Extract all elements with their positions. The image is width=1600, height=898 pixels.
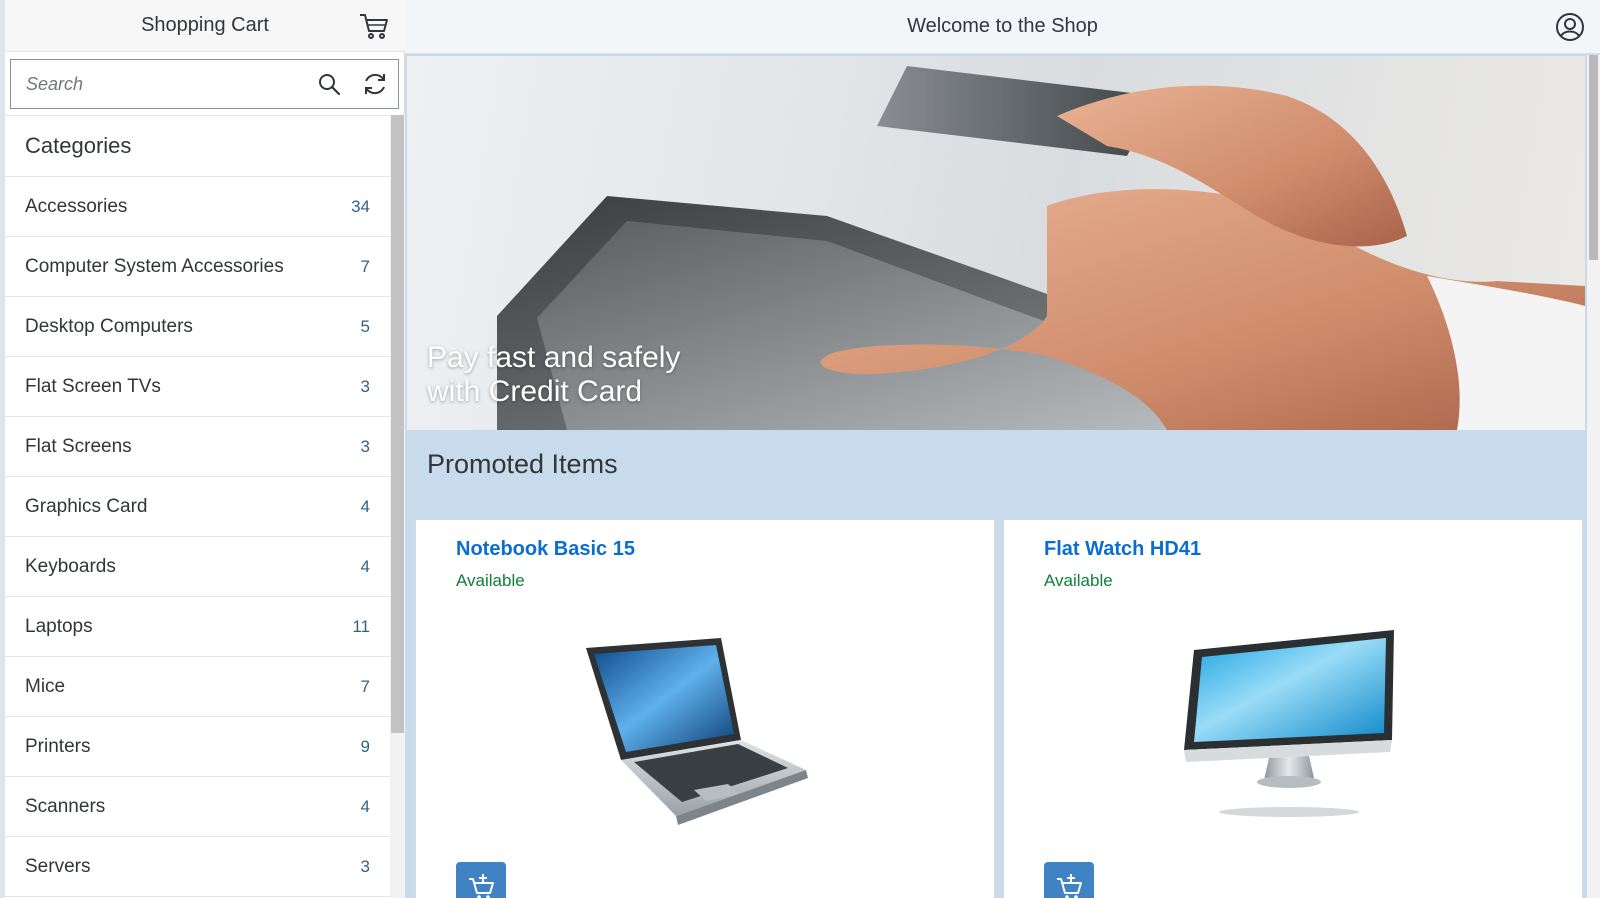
category-item-computer-system-accessories[interactable]: Computer System Accessories 7	[5, 237, 390, 297]
banner-caption: Pay fast and safely with Credit Card	[427, 341, 727, 409]
category-label: Computer System Accessories	[25, 255, 284, 277]
category-item-laptops[interactable]: Laptops 11	[5, 597, 390, 657]
detail-title: Welcome to the Shop	[907, 15, 1098, 37]
cart-button[interactable]	[357, 10, 391, 42]
banner-caption-line1: Pay fast and safely	[427, 341, 681, 374]
category-item-scanners[interactable]: Scanners 4	[5, 777, 390, 837]
category-scrollbar[interactable]	[390, 115, 405, 898]
category-count: 34	[351, 196, 370, 216]
search-icon	[319, 74, 341, 96]
add-to-cart-icon	[1057, 874, 1082, 898]
user-icon	[1556, 13, 1584, 41]
add-to-cart-button[interactable]	[1044, 862, 1094, 898]
banner-caption-line2: with Credit Card	[427, 375, 643, 408]
category-count: 3	[360, 436, 370, 456]
master-title: Shopping Cart	[141, 14, 269, 36]
promoted-items-title: Promoted Items	[427, 449, 618, 479]
add-to-cart-icon	[469, 874, 494, 898]
laptop-image	[586, 638, 808, 825]
category-count: 7	[360, 256, 370, 276]
cart-icon	[360, 14, 388, 39]
category-item-desktop-computers[interactable]: Desktop Computers 5	[5, 297, 390, 357]
category-list: Categories Accessories 34 Computer Syste…	[5, 115, 390, 898]
product-title[interactable]: Flat Watch HD41	[1044, 538, 1201, 561]
category-count: 5	[360, 316, 370, 336]
category-item-flat-screens[interactable]: Flat Screens 3	[5, 417, 390, 477]
category-label: Accessories	[25, 195, 128, 217]
category-label: Scanners	[25, 795, 106, 817]
category-item-mice[interactable]: Mice 7	[5, 657, 390, 717]
category-count: 4	[360, 496, 370, 516]
category-label: Printers	[25, 735, 91, 757]
detail-scrollbar-thumb[interactable]	[1589, 55, 1598, 260]
category-item-flat-screen-tvs[interactable]: Flat Screen TVs 3	[5, 357, 390, 417]
category-label: Servers	[25, 855, 91, 877]
category-count: 11	[352, 616, 370, 636]
category-count: 7	[360, 676, 370, 696]
product-card: Notebook Basic 15 Available	[415, 519, 995, 898]
category-count: 3	[360, 856, 370, 876]
add-to-cart-button[interactable]	[456, 862, 506, 898]
category-item-keyboards[interactable]: Keyboards 4	[5, 537, 390, 597]
category-count: 4	[360, 556, 370, 576]
detail-pane: Welcome to the Shop Pay fast and safely …	[405, 0, 1600, 898]
category-item-printers[interactable]: Printers 9	[5, 717, 390, 777]
category-label: Flat Screen TVs	[25, 375, 161, 397]
category-item-servers[interactable]: Servers 3	[5, 837, 390, 897]
user-button[interactable]	[1552, 9, 1588, 45]
category-count: 4	[360, 796, 370, 816]
category-label: Mice	[25, 675, 66, 697]
category-label: Desktop Computers	[25, 315, 193, 337]
detail-scrollbar[interactable]	[1587, 55, 1600, 898]
product-status: Available	[1044, 571, 1113, 590]
category-label: Flat Screens	[25, 435, 132, 457]
monitor-image	[1184, 630, 1394, 817]
category-item-graphics-card[interactable]: Graphics Card 4	[5, 477, 390, 537]
search-field	[10, 59, 399, 109]
category-count: 3	[360, 376, 370, 396]
refresh-button[interactable]	[352, 61, 398, 107]
detail-header: Welcome to the Shop	[405, 0, 1600, 54]
master-pane: Shopping Cart C	[0, 0, 405, 898]
search-button[interactable]	[306, 61, 352, 107]
category-item-accessories[interactable]: Accessories 34	[5, 177, 390, 237]
product-title[interactable]: Notebook Basic 15	[456, 538, 635, 561]
search-input[interactable]	[11, 60, 306, 108]
master-header: Shopping Cart	[5, 0, 405, 52]
product-card: Flat Watch HD41 Available	[1003, 519, 1583, 898]
category-label: Graphics Card	[25, 495, 148, 517]
refresh-icon	[365, 73, 385, 95]
categories-header: Categories	[5, 116, 390, 177]
category-label: Laptops	[25, 615, 93, 637]
product-status: Available	[456, 571, 525, 590]
category-scrollbar-thumb[interactable]	[391, 115, 404, 733]
category-label: Keyboards	[25, 555, 116, 577]
category-count: 9	[360, 736, 370, 756]
promo-banner[interactable]: Pay fast and safely with Credit Card	[407, 56, 1585, 430]
